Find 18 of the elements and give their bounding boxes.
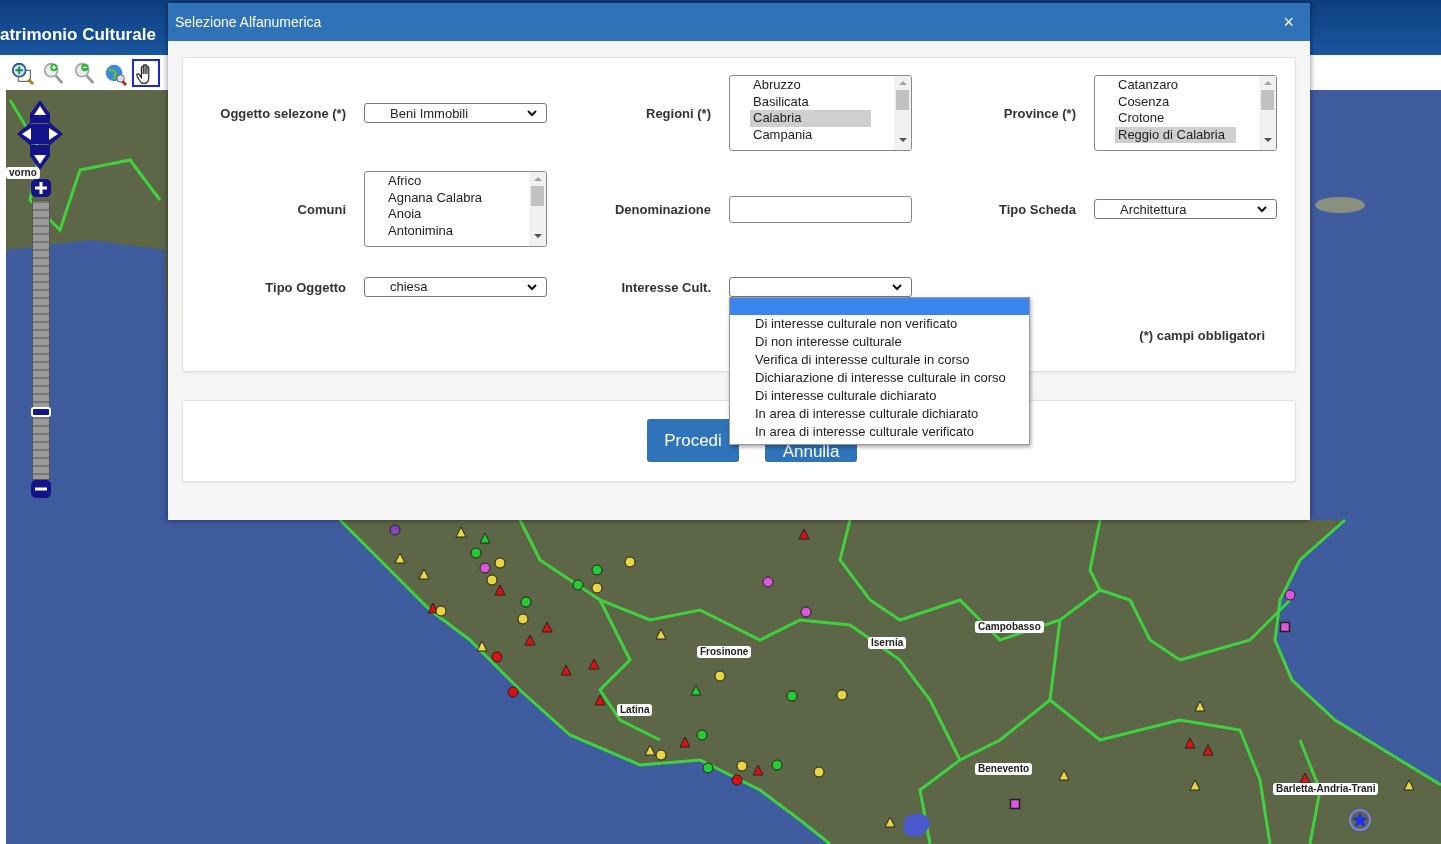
required-note: (*) campi obbligatori: [1139, 328, 1265, 343]
map-place-label: Barletta-Andria-Trani: [1273, 783, 1379, 795]
field-label: Tipo Scheda: [998, 202, 1076, 217]
field-label: Tipo Oggetto: [265, 279, 346, 295]
field-label: Province (*): [1003, 106, 1076, 121]
map-place-label: Latina: [617, 704, 653, 716]
map-place-label: vorno: [6, 167, 40, 179]
field-label: Denominazione: [614, 202, 711, 217]
field-label: Interesse Cult.: [621, 279, 711, 295]
field-label: Comuni: [297, 202, 346, 217]
map-place-label: Campobasso: [975, 621, 1044, 633]
map-place-label: Isernia: [868, 637, 907, 649]
app-title: atrimonio Culturale: [0, 25, 156, 44]
map-place-label: Frosinone: [697, 646, 752, 658]
map-place-label: Benevento: [975, 763, 1033, 775]
dialog-title: Selezione Alfanumerica: [175, 14, 322, 30]
field-label: Regioni (*): [646, 106, 711, 121]
field-label: Oggetto selezone (*): [220, 106, 346, 121]
